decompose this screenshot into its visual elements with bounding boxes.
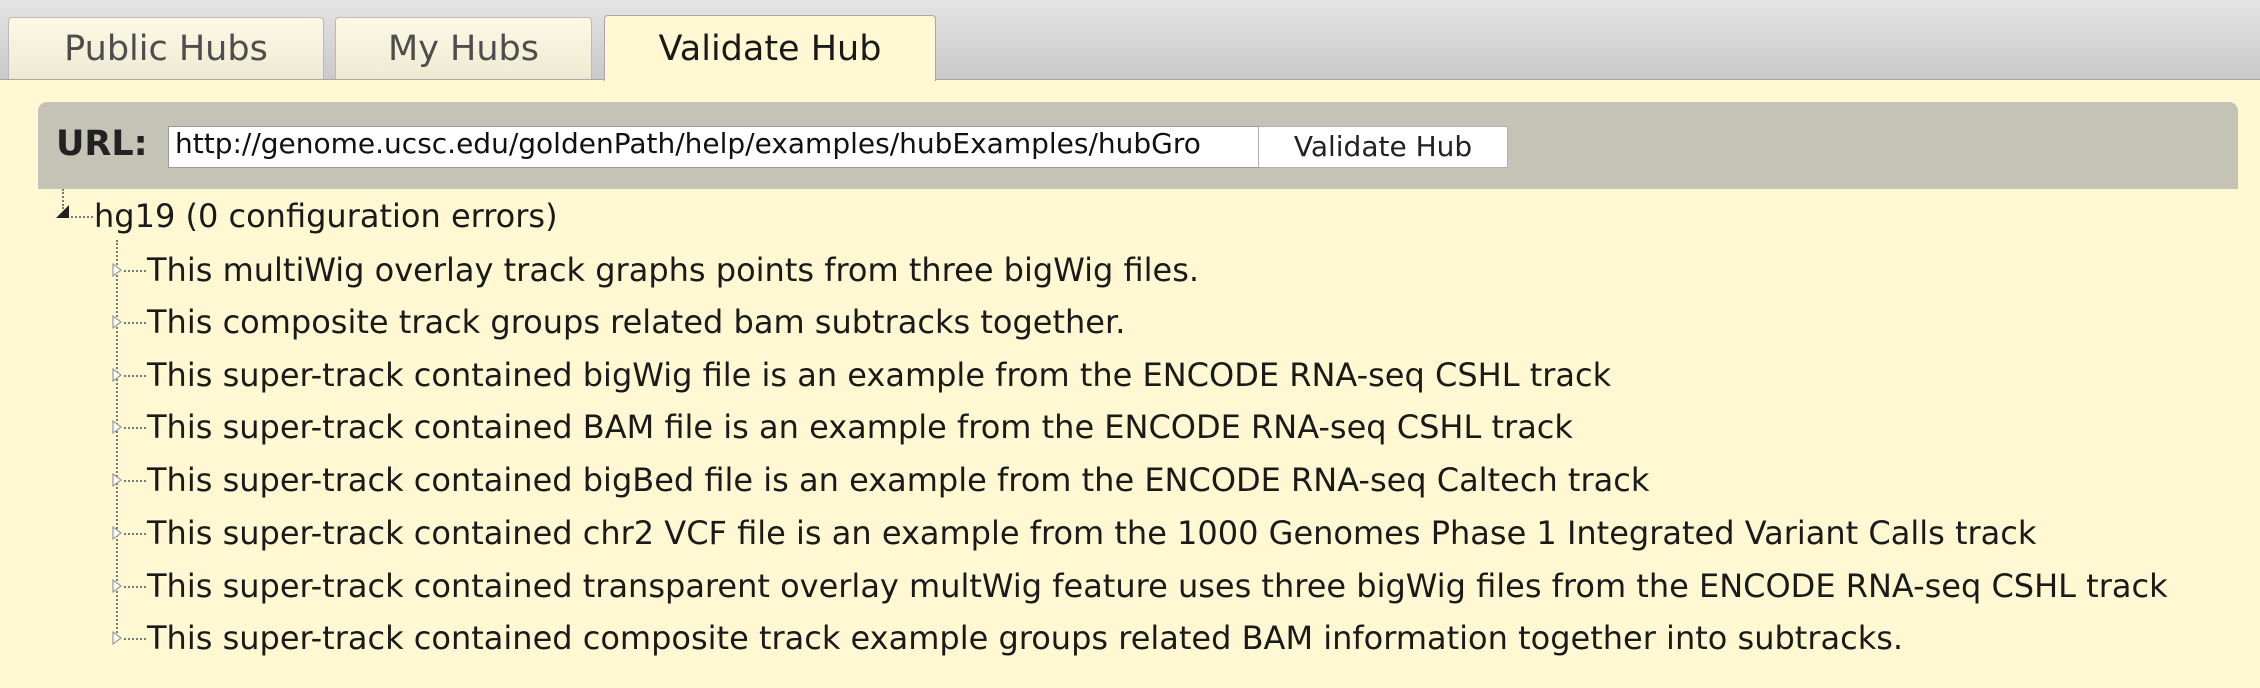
tree-child-label[interactable]: This super-track contained composite tra… <box>147 618 1903 658</box>
expand-triangle-icon[interactable] <box>112 631 122 645</box>
tree-connector <box>124 533 146 535</box>
expand-triangle-icon[interactable] <box>112 368 122 382</box>
tree-child-row: This super-track contained BAM file is a… <box>0 407 2260 447</box>
expand-triangle-icon[interactable] <box>112 526 122 540</box>
tab-public-hubs[interactable]: Public Hubs <box>8 17 324 79</box>
url-label: URL: <box>56 124 148 164</box>
expand-triangle-icon[interactable] <box>112 263 122 277</box>
tree-child-label[interactable]: This super-track contained bigBed file i… <box>147 460 1649 500</box>
expand-triangle-icon[interactable] <box>112 420 122 434</box>
expand-triangle-icon[interactable] <box>112 579 122 593</box>
tree-child-label[interactable]: This multiWig overlay track graphs point… <box>147 250 1199 290</box>
tree-connector <box>124 638 146 640</box>
tree-connector <box>124 480 146 482</box>
tab-validate-hub[interactable]: Validate Hub <box>604 15 936 81</box>
tree-root-hg19[interactable]: hg19 (0 configuration errors) <box>94 196 558 236</box>
tab-strip: Public Hubs My Hubs Validate Hub <box>0 0 2260 81</box>
tab-my-hubs[interactable]: My Hubs <box>335 17 592 79</box>
tree-child-label[interactable]: This super-track contained bigWig file i… <box>147 355 1611 395</box>
tree-child-row: This multiWig overlay track graphs point… <box>0 250 2260 290</box>
tree-connector <box>124 586 146 588</box>
tree-child-row: This super-track contained chr2 VCF file… <box>0 513 2260 553</box>
tree-connector <box>124 375 146 377</box>
url-bar: URL: http://genome.ucsc.edu/goldenPath/h… <box>38 102 2238 189</box>
tree-child-label[interactable]: This super-track contained transparent o… <box>147 566 2168 606</box>
expand-triangle-icon[interactable] <box>112 315 122 329</box>
validate-hub-button[interactable]: Validate Hub <box>1258 126 1508 168</box>
collapse-triangle-icon[interactable] <box>56 205 69 218</box>
tree-connector <box>124 427 146 429</box>
tree-child-row: This super-track contained bigBed file i… <box>0 460 2260 500</box>
tree-child-row: This super-track contained transparent o… <box>0 566 2260 606</box>
tree-child-row: This super-track contained composite tra… <box>0 618 2260 658</box>
tree-connector <box>124 270 146 272</box>
tree-child-row: This composite track groups related bam … <box>0 302 2260 342</box>
expand-triangle-icon[interactable] <box>112 473 122 487</box>
url-input[interactable]: http://genome.ucsc.edu/goldenPath/help/e… <box>168 126 1270 168</box>
tree-child-label[interactable]: This super-track contained chr2 VCF file… <box>147 513 2036 553</box>
tree-child-row: This super-track contained bigWig file i… <box>0 355 2260 395</box>
tree-connector <box>124 322 146 324</box>
tree-connector-root <box>71 216 93 218</box>
tree-child-label[interactable]: This composite track groups related bam … <box>147 302 1125 342</box>
tree-child-label[interactable]: This super-track contained BAM file is a… <box>147 407 1573 447</box>
